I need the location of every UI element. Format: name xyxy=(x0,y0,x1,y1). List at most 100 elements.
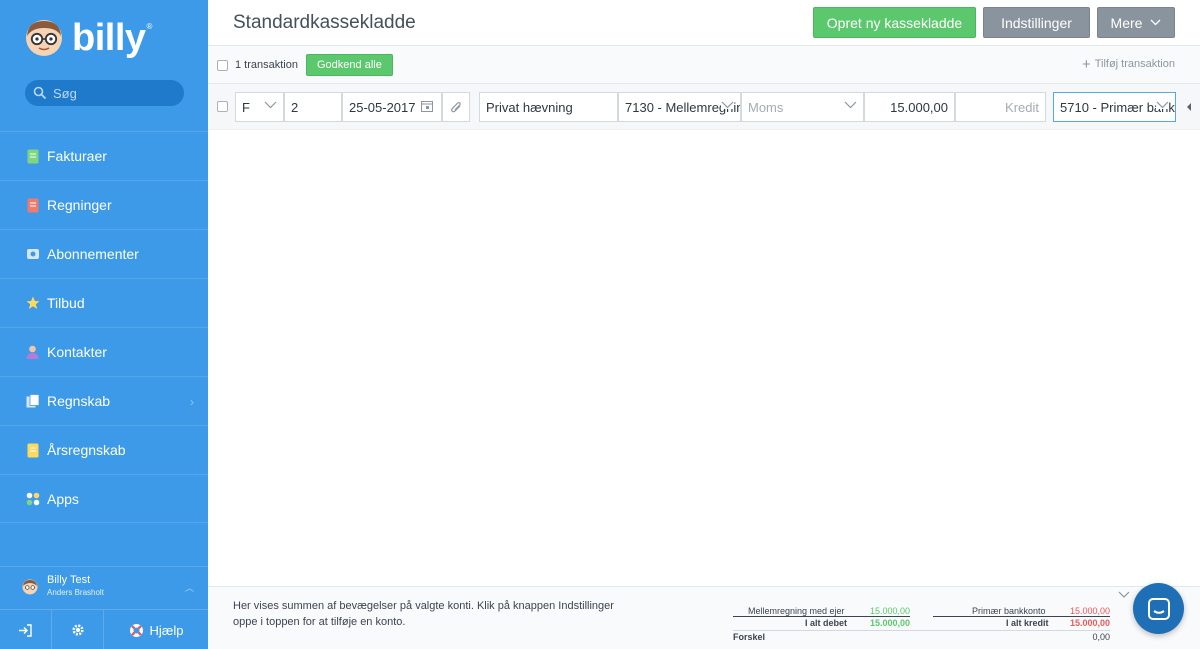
difference-value: 0,00 xyxy=(1092,632,1110,642)
logout-button[interactable] xyxy=(0,610,52,649)
sidebar-item-label: Apps xyxy=(47,490,79,507)
apps-icon xyxy=(25,491,40,506)
summary-total-value: 15.000,00 xyxy=(1069,618,1110,628)
chevron-up-icon: ︿ xyxy=(184,583,194,593)
subscription-icon xyxy=(25,247,40,262)
row-checkbox[interactable] xyxy=(217,101,228,112)
credit-placeholder: Kredit xyxy=(1005,99,1039,115)
chat-button[interactable] xyxy=(1133,583,1184,634)
debit-value: 15.000,00 xyxy=(890,99,948,115)
footer-info-text: Her vises summen af bevægelser på valgte… xyxy=(233,600,614,628)
plus-icon: + xyxy=(1081,55,1091,73)
search-input[interactable]: Søg xyxy=(25,80,184,106)
sidebar-item-aarsregnskab[interactable]: Årsregnskab xyxy=(0,425,208,474)
company-name: Anders Brasholt xyxy=(47,588,104,597)
summary-account-value: 15.000,00 xyxy=(869,606,910,616)
settings-button[interactable] xyxy=(52,610,104,649)
create-daybook-button[interactable]: Opret ny kassekladde xyxy=(813,7,976,38)
date-field[interactable]: 25-05-2017 xyxy=(342,92,442,122)
chevron-down-icon[interactable] xyxy=(1118,591,1130,599)
page-title: Standardkassekladde xyxy=(233,12,416,33)
description-value: Privat hævning xyxy=(486,99,573,115)
account-select[interactable]: 7130 - Mellemregning med ejer xyxy=(618,92,741,122)
more-label: Mere xyxy=(1110,14,1143,31)
transactions-toolbar: 1 transaktion Godkend alle + Tilføj tran… xyxy=(208,46,1200,84)
sidebar-item-kontakter[interactable]: Kontakter xyxy=(0,327,208,376)
type-select[interactable]: F xyxy=(235,92,284,122)
sidebar-item-regnskab[interactable]: Regnskab › xyxy=(0,376,208,425)
sidebar-item-label: Kontakter xyxy=(47,344,107,360)
transaction-row: F 2 25-05-2017 Privat hævning 7130 - Mel… xyxy=(208,84,1200,130)
app-name: billy xyxy=(72,17,146,59)
summary-footer: Her vises summen af bevægelser på valgte… xyxy=(208,586,1200,649)
sidebar-bottom-bar: Hjælp xyxy=(0,609,208,649)
sidebar: billy ® Søg Fakturaer Regninger Abonnemen… xyxy=(0,0,208,649)
difference-row: Forskel 0,00 xyxy=(733,630,1110,642)
star-icon xyxy=(25,296,40,311)
description-field[interactable]: Privat hævning xyxy=(479,92,618,122)
difference-label: Forskel xyxy=(733,632,766,642)
chevron-down-icon xyxy=(844,101,857,109)
sidebar-nav: Fakturaer Regninger Abonnementer Tilbud … xyxy=(0,131,208,523)
user-name: Billy Test xyxy=(47,574,91,586)
date-value: 25-05-2017 xyxy=(349,99,416,115)
search-icon xyxy=(33,86,47,100)
registered-mark: ® xyxy=(146,21,153,31)
avatar xyxy=(22,579,38,594)
billy-logo[interactable]: billy ® xyxy=(24,16,152,60)
add-transaction-button[interactable]: + Tilføj transaktion xyxy=(1081,55,1175,73)
more-button[interactable]: Mere xyxy=(1097,7,1175,38)
debit-field[interactable]: 15.000,00 xyxy=(864,92,955,122)
page-header: Standardkassekladde Opret ny kassekladde… xyxy=(208,0,1200,46)
attachment-button[interactable] xyxy=(442,92,470,122)
calendar-icon[interactable] xyxy=(421,101,433,112)
summary-account-value: 15.000,00 xyxy=(1069,606,1110,616)
voucher-number-field[interactable]: 2 xyxy=(284,92,342,122)
sidebar-item-label: Regnskab xyxy=(47,393,111,409)
vat-select[interactable]: Moms xyxy=(741,92,864,122)
sidebar-item-label: Regninger xyxy=(47,197,112,213)
select-all-checkbox[interactable] xyxy=(217,60,228,71)
annual-report-icon xyxy=(25,443,40,458)
contact-icon xyxy=(25,345,40,360)
credit-field[interactable]: Kredit xyxy=(955,92,1046,122)
chevron-down-icon xyxy=(264,101,277,109)
transaction-count: 1 transaktion xyxy=(235,59,298,71)
sidebar-item-label: Årsregnskab xyxy=(47,442,126,458)
sidebar-item-label: Tilbud xyxy=(47,295,85,311)
add-transaction-label: Tilføj transaktion xyxy=(1094,58,1175,70)
search-placeholder: Søg xyxy=(53,85,77,101)
sidebar-item-apps[interactable]: Apps xyxy=(0,474,208,523)
summary-account-label: Primær bankkonto xyxy=(972,606,1046,616)
summary-total-label: I alt debet xyxy=(805,618,848,628)
voucher-number: 2 xyxy=(291,99,299,115)
row-collapse-arrow-icon[interactable] xyxy=(1187,103,1191,111)
chevron-down-icon xyxy=(1156,101,1169,109)
main-content: Standardkassekladde Opret ny kassekladde… xyxy=(208,0,1200,649)
gear-icon xyxy=(71,624,84,636)
user-info: Billy Test Anders Brasholt xyxy=(47,574,104,599)
chevron-down-icon xyxy=(721,101,734,109)
logout-icon xyxy=(19,623,32,637)
summary-account-label: Mellemregning med ejer xyxy=(748,606,845,616)
help-button[interactable]: Hjælp xyxy=(104,610,208,649)
contra-account-select[interactable]: 5710 - Primær bankkonto xyxy=(1053,92,1176,122)
summary-block-debit: Mellemregning med ejer 15.000,00 I alt d… xyxy=(733,605,910,629)
lifebuoy-icon xyxy=(129,623,143,637)
sidebar-item-tilbud[interactable]: Tilbud xyxy=(0,278,208,327)
invoice-icon xyxy=(25,149,40,164)
summary-block-credit: Primær bankkonto 15.000,00 I alt kredit … xyxy=(933,605,1110,629)
approve-all-button[interactable]: Godkend alle xyxy=(306,54,393,76)
sidebar-item-fakturaer[interactable]: Fakturaer xyxy=(0,131,208,180)
settings-daybook-button[interactable]: Indstillinger xyxy=(983,7,1090,38)
chat-icon xyxy=(1147,597,1170,620)
user-menu[interactable]: Billy Test Anders Brasholt ︿ xyxy=(0,566,208,606)
bill-icon xyxy=(25,198,40,213)
sidebar-item-label: Fakturaer xyxy=(47,148,107,164)
summary-total-label: I alt kredit xyxy=(1006,618,1049,628)
sidebar-item-regninger[interactable]: Regninger xyxy=(0,180,208,229)
vat-placeholder: Moms xyxy=(748,99,784,115)
sidebar-item-abonnementer[interactable]: Abonnementer xyxy=(0,229,208,278)
chevron-down-icon xyxy=(1150,19,1161,26)
paperclip-icon xyxy=(451,101,461,112)
